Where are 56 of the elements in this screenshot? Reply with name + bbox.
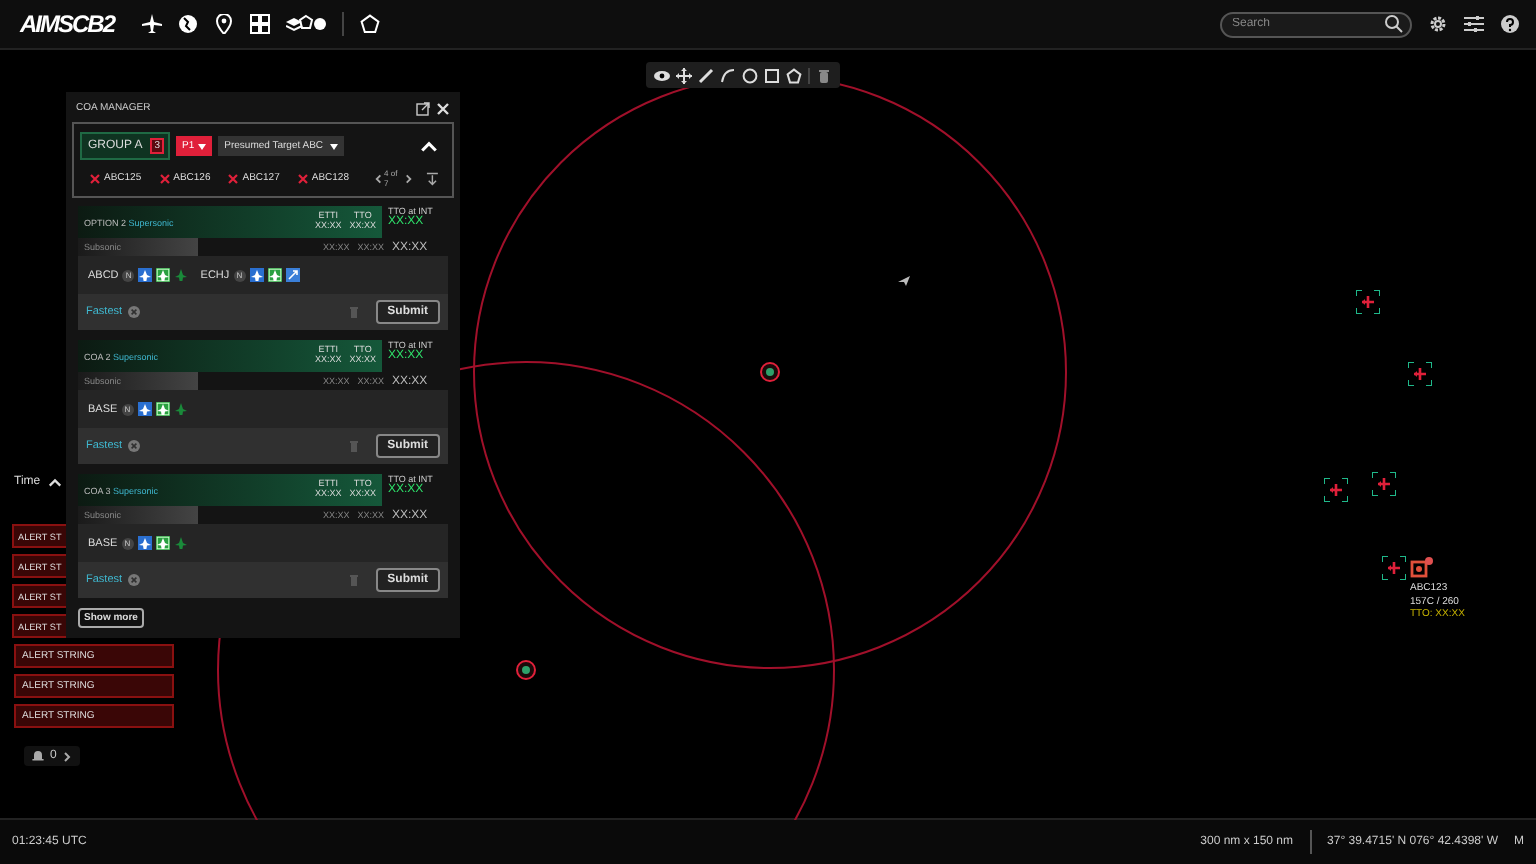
site-marker-icon (760, 362, 780, 382)
app-logo: AIMSCB2 (20, 10, 115, 38)
pencil-icon[interactable] (698, 67, 714, 83)
grid-icon[interactable] (250, 14, 271, 34)
hostile-track-icon (90, 173, 100, 183)
aircraft-icon[interactable] (174, 268, 189, 282)
ready-unit-icon[interactable] (155, 536, 170, 550)
friendly-unit-icon[interactable] (137, 536, 152, 550)
eye-icon[interactable] (654, 67, 670, 83)
sliders-icon[interactable] (1464, 14, 1484, 34)
aircraft-icon (898, 276, 910, 286)
airplane-icon[interactable] (142, 14, 163, 34)
shapes-icon[interactable] (286, 14, 327, 34)
linked-unit-icon[interactable] (285, 268, 300, 282)
aircraft-icon[interactable] (173, 536, 188, 550)
caret-icon (329, 143, 338, 149)
chevron-right-icon[interactable] (404, 173, 414, 183)
settings-icon[interactable] (1428, 14, 1448, 34)
target-marker-icon[interactable] (1382, 556, 1406, 580)
friendly-unit-icon[interactable] (138, 268, 153, 282)
hostile-track-icon (297, 173, 308, 183)
popout-icon[interactable] (416, 101, 430, 115)
map-pin-icon[interactable] (214, 14, 235, 34)
bell-icon (32, 750, 44, 762)
friendly-unit-icon[interactable] (137, 402, 152, 416)
clear-icon[interactable] (128, 306, 141, 318)
close-icon[interactable] (436, 101, 450, 115)
move-icon[interactable] (676, 67, 692, 83)
square-icon[interactable] (764, 67, 780, 83)
hostile-track-icon (159, 173, 170, 183)
clear-icon[interactable] (128, 440, 141, 452)
site-marker-icon (516, 660, 536, 680)
caret-icon (198, 143, 207, 149)
target-marker-icon[interactable] (1356, 290, 1380, 314)
curve-icon[interactable] (720, 67, 736, 83)
aircraft-icon[interactable] (173, 402, 188, 416)
chevron-left-icon[interactable] (373, 173, 383, 183)
target-marker-icon[interactable] (1408, 362, 1432, 386)
search-icon[interactable] (1384, 14, 1404, 34)
help-icon[interactable] (1500, 14, 1520, 34)
target-marker-icon[interactable] (1324, 478, 1348, 502)
ready-unit-icon[interactable] (155, 402, 170, 416)
circle-icon[interactable] (742, 67, 758, 83)
ready-unit-icon[interactable] (267, 268, 282, 282)
clear-icon[interactable] (128, 574, 141, 586)
trash-icon[interactable] (816, 67, 832, 83)
ready-unit-icon[interactable] (156, 268, 171, 282)
pentagon-icon[interactable] (786, 67, 802, 83)
friendly-unit-icon[interactable] (249, 268, 264, 282)
download-icon[interactable] (425, 171, 438, 185)
target-marker-icon[interactable] (1372, 472, 1396, 496)
hostile-track-icon (228, 173, 239, 183)
alert-target-icon[interactable] (1410, 556, 1434, 580)
chevron-up-icon[interactable] (48, 477, 63, 487)
chevron-right-icon (62, 751, 73, 761)
collapse-icon[interactable] (420, 140, 438, 152)
